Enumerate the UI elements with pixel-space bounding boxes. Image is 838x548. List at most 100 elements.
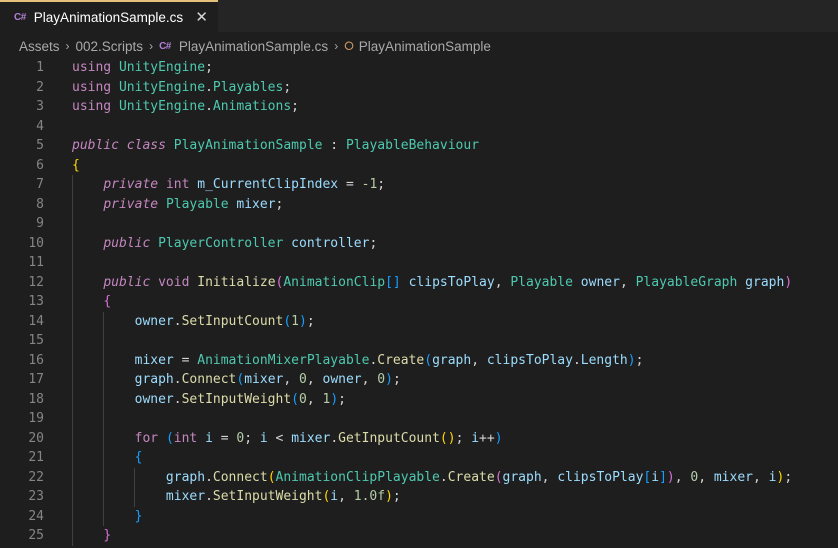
code-token: . (173, 391, 182, 407)
code-token: int (173, 430, 198, 446)
breadcrumb-item-file[interactable]: PlayAnimationSample.cs (179, 39, 328, 54)
code-token: SetInputWeight (181, 391, 292, 407)
indent-guide (72, 272, 73, 292)
code-token: ; (291, 99, 299, 114)
code-line[interactable]: 3 using UnityEngine.Animations; (0, 97, 838, 117)
code-line[interactable]: 6{ (0, 156, 838, 176)
code-token: PlayableGraph (635, 274, 738, 290)
line-number: 12 (28, 274, 44, 290)
indent-guide (72, 506, 73, 526)
code-line[interactable]: 2 using UnityEngine.Playables; (0, 78, 838, 98)
code-line[interactable]: 7 private int m_CurrentClipIndex = -1; (0, 175, 838, 195)
code-line[interactable]: 15 (0, 331, 838, 351)
code-token: Create (377, 352, 425, 368)
code-line[interactable]: 20 for (int i = 0; i < mixer.GetInputCou… (0, 428, 838, 448)
tab-play-animation-sample[interactable]: C# PlayAnimationSample.cs ✕ (0, 0, 218, 32)
code-token: AnimationClip (283, 274, 386, 290)
code-token: private (103, 177, 159, 192)
breadcrumb-item-class[interactable]: PlayAnimationSample (359, 39, 491, 54)
code-token: graph (432, 352, 472, 368)
code-line[interactable]: 13 { (0, 292, 838, 312)
indent-guide (103, 467, 105, 487)
code-token: { (134, 450, 143, 465)
code-line[interactable]: 23 mixer.SetInputWeight(i, 1.0f); (0, 487, 838, 507)
code-token: m_CurrentClipIndex (197, 177, 339, 192)
code-token: graph (745, 274, 785, 290)
code-token: ; (205, 60, 213, 75)
chevron-right-icon: › (334, 39, 339, 53)
code-token: public (103, 235, 151, 251)
code-token: owner (322, 372, 362, 387)
code-line[interactable]: 22 graph.Connect(AnimationClipPlayable.C… (0, 467, 838, 487)
code-token: ; (338, 391, 346, 407)
code-line[interactable]: 4 (0, 117, 838, 137)
code-text: using UnityEngine; (72, 58, 213, 78)
code-token: , (306, 372, 323, 387)
code-line[interactable]: 10 public PlayerController controller; (0, 233, 838, 253)
code-line[interactable]: 24 } (0, 506, 838, 526)
code-token: () (439, 430, 456, 446)
breadcrumb-item-assets[interactable]: Assets (19, 39, 60, 54)
code-token: UnityEngine (118, 79, 206, 95)
code-text: mixer = AnimationMixerPlayable. Create(gr… (72, 350, 643, 370)
code-token: Create (447, 469, 495, 485)
code-token: ; (283, 79, 292, 95)
code-line[interactable]: 8 private Playable mixer; (0, 194, 838, 214)
code-text: graph.Connect(AnimationClipPlayable.Crea… (72, 467, 793, 487)
line-number: 25 (28, 528, 44, 543)
code-token: PlayerController (158, 235, 284, 251)
code-token: graph (165, 469, 206, 485)
line-number: 22 (28, 469, 44, 485)
code-token: i (259, 430, 268, 446)
close-icon[interactable]: ✕ (195, 8, 208, 26)
code-line[interactable]: 16 mixer = AnimationMixerPlayable. Create… (0, 350, 838, 370)
line-number: 11 (28, 255, 44, 270)
code-line[interactable]: 5 public class PlayAnimationSample : Play… (0, 136, 838, 156)
code-line[interactable]: 11 (0, 253, 838, 273)
code-text: { (72, 156, 80, 176)
code-token: Connect (181, 372, 237, 387)
code-token: ) (666, 469, 675, 485)
code-text: } (72, 506, 142, 526)
code-text: owner.SetInputWeight(0, 1); (72, 389, 346, 409)
code-token: 0 (299, 391, 307, 407)
code-line[interactable]: 19 (0, 409, 838, 429)
code-line[interactable]: 17 graph.Connect(mixer, 0, owner, 0); (0, 370, 838, 390)
indent-guide (72, 448, 73, 468)
code-line[interactable]: 18 owner.SetInputWeight(0, 1); (0, 389, 838, 409)
code-token: . (330, 430, 339, 446)
code-token: , (471, 352, 487, 368)
code-line[interactable]: 21 { (0, 448, 838, 468)
indent-guide (103, 487, 105, 507)
indent-guide (72, 214, 73, 234)
code-token: ) (627, 352, 636, 368)
indent-guide (72, 370, 73, 390)
code-token: ; (455, 430, 472, 446)
code-token: public (103, 274, 151, 290)
code-token: public (72, 138, 119, 153)
line-number: 10 (28, 235, 44, 251)
code-token: mixer (713, 469, 753, 485)
code-token: ( (494, 469, 503, 485)
code-line[interactable]: 12 public void Initialize(AnimationClip[… (0, 272, 838, 292)
line-number: 6 (36, 157, 44, 173)
line-number: 18 (28, 391, 44, 407)
code-line[interactable]: 25 } (0, 526, 838, 546)
code-token: . (173, 313, 182, 329)
code-editor[interactable]: 1 using UnityEngine; 2 using UnityEngine.Pl… (0, 58, 838, 548)
code-line[interactable]: 1 using UnityEngine; (0, 58, 838, 78)
code-text: graph.Connect(mixer, 0, owner, 0); (72, 370, 401, 390)
code-token: ; (784, 469, 793, 485)
code-line[interactable]: 14 owner.SetInputCount(1); (0, 311, 838, 331)
code-token: , (283, 372, 300, 387)
breadcrumb-item-scripts[interactable]: 002.Scripts (76, 39, 144, 54)
code-line[interactable]: 9 (0, 214, 838, 234)
